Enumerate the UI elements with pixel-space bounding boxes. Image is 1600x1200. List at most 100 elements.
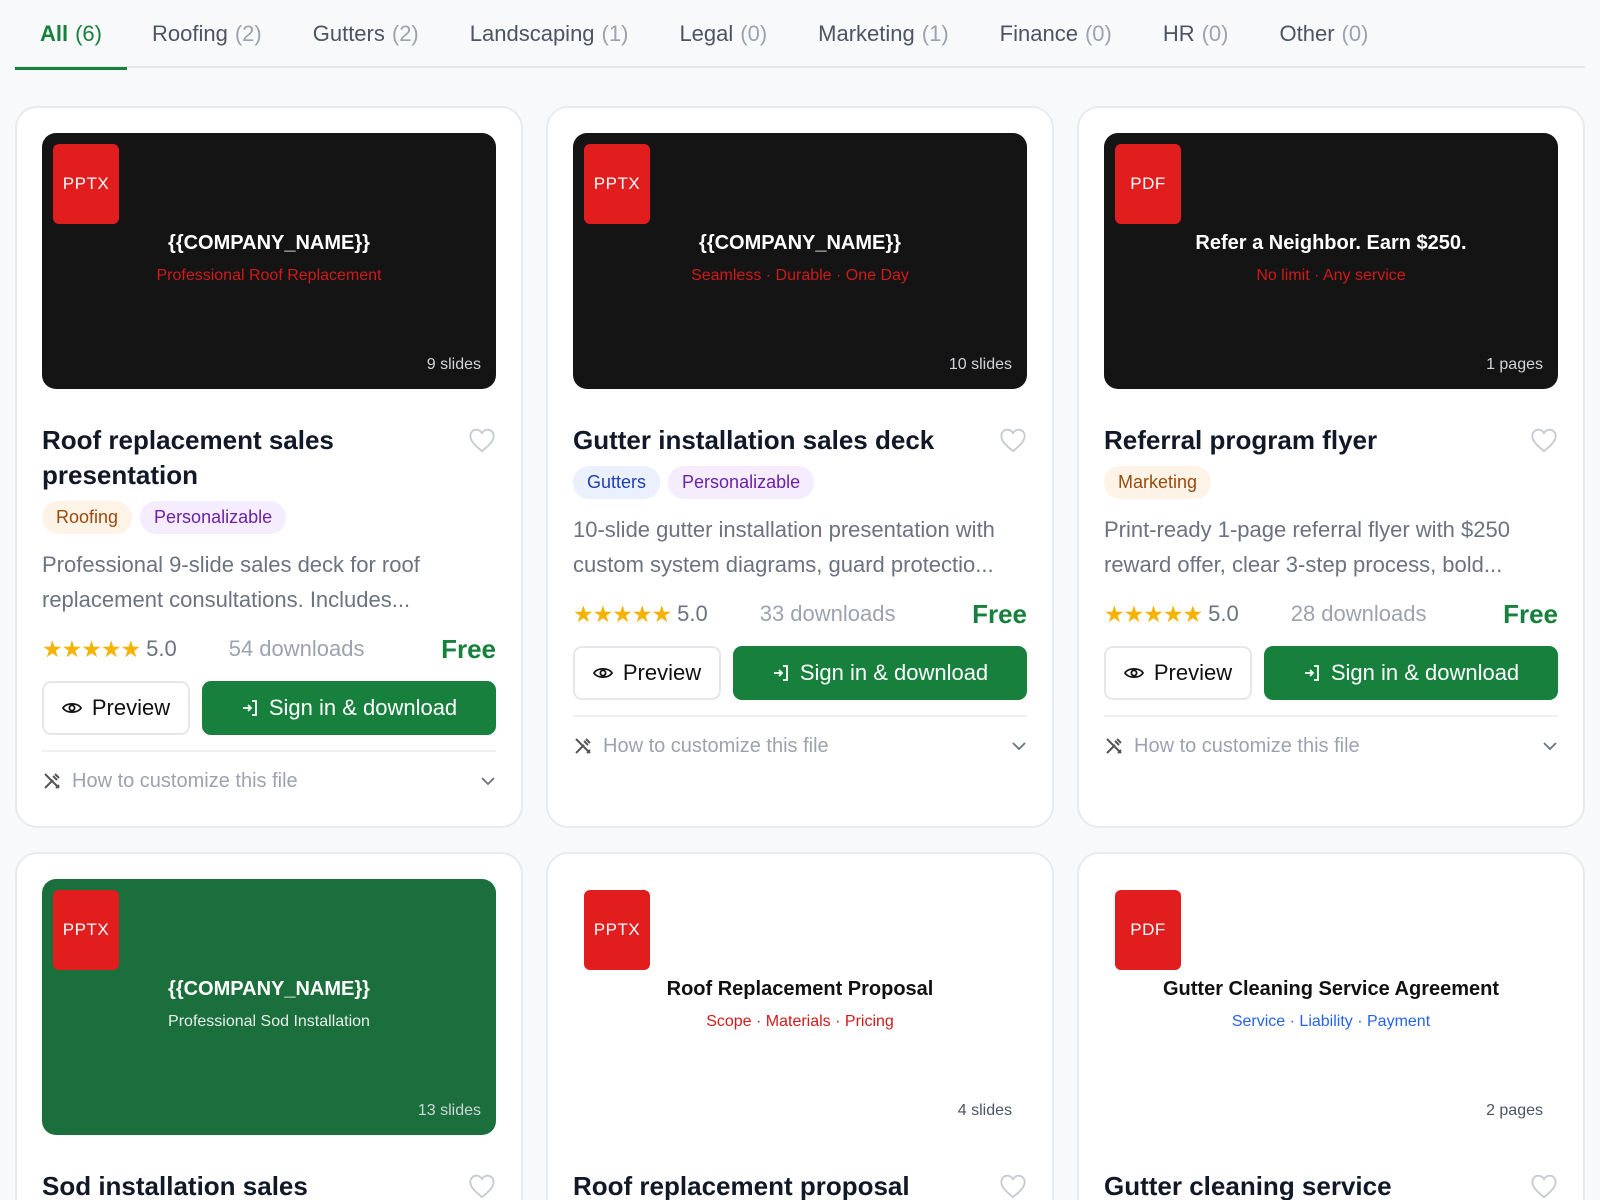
card-description: Professional 9-slide sales deck for roof…	[42, 552, 420, 612]
file-thumbnail[interactable]: PDF Refer a Neighbor. Earn $250. No limi…	[1104, 133, 1558, 389]
thumbnail-subtitle: No limit · Any service	[1256, 267, 1406, 284]
tab-label: Marketing	[818, 21, 915, 46]
file-thumbnail[interactable]: PPTX {{COMPANY_NAME}} Seamless · Durable…	[573, 133, 1027, 389]
tab-hr[interactable]: HR (0)	[1163, 0, 1229, 68]
card-title: Roof replacement sales presentation	[42, 425, 334, 490]
sign-in-label: Sign in & download	[1330, 660, 1520, 685]
thumbnail-title: Gutter Cleaning Service Agreement	[1162, 978, 1500, 1000]
page-count: 2 pages	[1486, 1102, 1543, 1119]
slide-count: 4 slides	[957, 1102, 1012, 1119]
favorite-heart-icon[interactable]	[999, 427, 1027, 453]
star-rating-icon: ★★★★★	[42, 635, 141, 662]
sign-in-download-button[interactable]: Sign in & download	[733, 646, 1027, 700]
eye-icon	[592, 667, 613, 679]
favorite-heart-icon[interactable]	[1530, 1173, 1558, 1199]
chevron-down-icon	[481, 777, 495, 786]
tab-count: (0)	[1201, 21, 1229, 46]
preview-button[interactable]: Preview	[573, 646, 721, 700]
customize-accordion[interactable]: How to customize this file	[1104, 715, 1558, 775]
card-title: Gutter installation sales deck	[573, 425, 935, 455]
tab-count: (1)	[921, 21, 949, 46]
favorite-heart-icon[interactable]	[999, 1173, 1027, 1199]
file-thumbnail[interactable]: PDF Gutter Cleaning Service Agreement Se…	[1104, 879, 1558, 1135]
customize-label: How to customize this file	[1134, 734, 1360, 757]
sign-in-label: Sign in & download	[268, 695, 458, 720]
personalizable-tag: Personalizable	[140, 501, 287, 534]
file-type-badge: PDF	[1115, 890, 1181, 970]
customize-accordion[interactable]: How to customize this file	[42, 750, 496, 810]
file-thumbnail[interactable]: PPTX {{COMPANY_NAME}} Professional Sod I…	[42, 879, 496, 1135]
tools-icon	[1106, 738, 1122, 754]
file-type-badge: PPTX	[584, 890, 650, 970]
tab-other[interactable]: Other (0)	[1280, 0, 1369, 68]
tab-label: Roofing	[152, 21, 228, 46]
template-card: PPTX {{COMPANY_NAME}} Professional Roof …	[15, 106, 523, 828]
thumbnail-subtitle: Professional Sod Installation	[168, 1013, 370, 1030]
sign-in-download-button[interactable]: Sign in & download	[202, 681, 496, 735]
file-type-badge: PPTX	[53, 144, 119, 224]
card-stats: ★★★★★ 5.0 28 downloads Free	[1104, 596, 1558, 632]
price-label: Free	[1503, 598, 1558, 629]
star-rating-icon: ★★★★★	[573, 600, 672, 627]
tab-count: (0)	[1084, 21, 1112, 46]
preview-label: Preview	[91, 695, 171, 720]
tab-count: (2)	[391, 21, 419, 46]
file-thumbnail[interactable]: PPTX Roof Replacement Proposal Scope · M…	[573, 879, 1027, 1135]
sign-in-icon	[773, 665, 788, 681]
sign-in-icon	[1304, 665, 1319, 681]
preview-button[interactable]: Preview	[42, 681, 190, 735]
customize-accordion[interactable]: How to customize this file	[573, 715, 1027, 775]
template-card: PPTX {{COMPANY_NAME}} Seamless · Durable…	[546, 106, 1054, 828]
favorite-heart-icon[interactable]	[468, 1173, 496, 1199]
favorite-heart-icon[interactable]	[468, 427, 496, 453]
tab-count: (6)	[75, 21, 102, 46]
tab-label: All	[39, 21, 69, 46]
download-count: 28 downloads	[1290, 601, 1427, 626]
download-count: 33 downloads	[759, 601, 896, 626]
tools-icon	[575, 738, 591, 754]
tab-label: Gutters	[312, 21, 385, 46]
tab-count: (0)	[1341, 21, 1369, 46]
tab-label: Other	[1279, 21, 1335, 46]
customize-label: How to customize this file	[72, 769, 298, 792]
preview-button[interactable]: Preview	[1104, 646, 1252, 700]
tab-legal[interactable]: Legal (0)	[679, 0, 767, 68]
tab-landscaping[interactable]: Landscaping (1)	[470, 0, 629, 68]
file-thumbnail[interactable]: PPTX {{COMPANY_NAME}} Professional Roof …	[42, 133, 496, 389]
card-title: Referral program flyer	[1104, 425, 1378, 455]
file-type-badge: PPTX	[53, 890, 119, 970]
price-label: Free	[441, 633, 496, 664]
customize-label: How to customize this file	[603, 734, 829, 757]
file-type-badge: PPTX	[584, 144, 650, 224]
thumbnail-subtitle: Service · Liability · Payment	[1231, 1013, 1431, 1030]
template-card: PDF Refer a Neighbor. Earn $250. No limi…	[1077, 106, 1585, 828]
template-grid: PPTX {{COMPANY_NAME}} Professional Roof …	[15, 106, 1585, 1200]
file-type-badge: PDF	[1115, 144, 1181, 224]
tab-marketing[interactable]: Marketing (1)	[818, 0, 948, 68]
favorite-heart-icon[interactable]	[1530, 427, 1558, 453]
tab-roofing[interactable]: Roofing (2)	[152, 0, 262, 68]
tag-list: Gutters Personalizable	[573, 466, 1027, 499]
sign-in-label: Sign in & download	[799, 660, 989, 685]
eye-icon	[1123, 667, 1144, 679]
star-rating-icon: ★★★★★	[1104, 600, 1203, 627]
tab-finance[interactable]: Finance (0)	[1000, 0, 1112, 68]
preview-label: Preview	[1153, 660, 1233, 685]
category-tabs: All (6) Roofing (2) Gutters (2) Landscaping…	[15, 0, 1585, 70]
sign-in-download-button[interactable]: Sign in & download	[1264, 646, 1558, 700]
category-tag: Gutters	[573, 466, 661, 499]
tab-gutters[interactable]: Gutters (2)	[313, 0, 419, 68]
page-count: 1 pages	[1486, 356, 1543, 373]
tab-all[interactable]: All (6)	[15, 0, 127, 70]
card-description: 10-slide gutter installation presentatio…	[573, 517, 995, 577]
rating-value: 5.0	[146, 636, 177, 661]
tag-list: Roofing Personalizable	[42, 501, 496, 534]
category-tag: Marketing	[1104, 466, 1212, 499]
chevron-down-icon	[1012, 742, 1026, 751]
thumbnail-subtitle: Scope · Materials · Pricing	[706, 1013, 894, 1030]
thumbnail-title: Roof Replacement Proposal	[666, 978, 934, 1000]
thumbnail-title: Refer a Neighbor. Earn $250.	[1195, 232, 1467, 254]
eye-icon	[61, 702, 82, 714]
rating-value: 5.0	[677, 601, 708, 626]
thumbnail-subtitle: Professional Roof Replacement	[156, 267, 382, 284]
